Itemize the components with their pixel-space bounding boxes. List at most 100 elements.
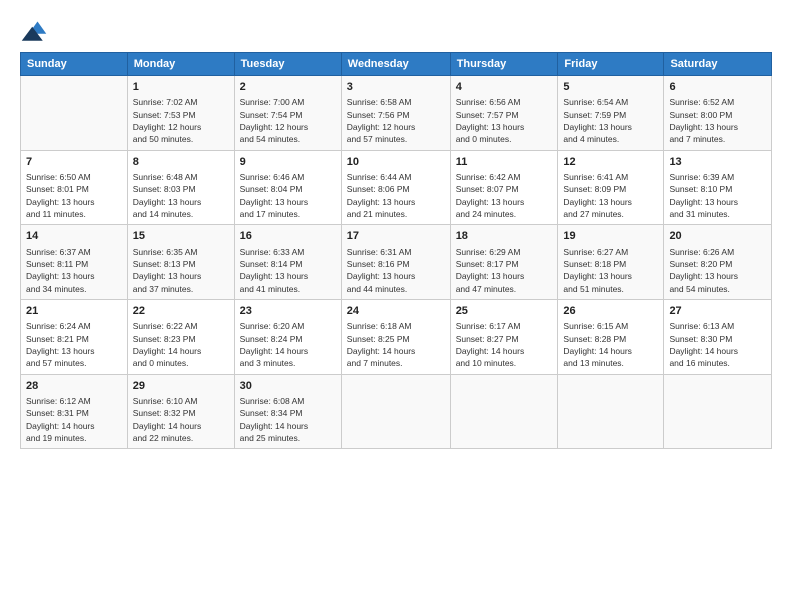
day-detail: Sunrise: 6:29 AMSunset: 8:17 PMDaylight:… [456,246,553,295]
day-detail: Sunrise: 6:22 AMSunset: 8:23 PMDaylight:… [133,320,229,369]
day-detail: Sunrise: 6:08 AMSunset: 8:34 PMDaylight:… [240,395,336,444]
day-number: 7 [26,155,122,170]
day-detail: Sunrise: 6:18 AMSunset: 8:25 PMDaylight:… [347,320,445,369]
day-number: 4 [456,80,553,95]
day-detail: Sunrise: 6:52 AMSunset: 8:00 PMDaylight:… [669,96,766,145]
day-number: 2 [240,80,336,95]
page: SundayMondayTuesdayWednesdayThursdayFrid… [0,0,792,612]
day-detail: Sunrise: 6:27 AMSunset: 8:18 PMDaylight:… [563,246,658,295]
day-detail: Sunrise: 6:35 AMSunset: 8:13 PMDaylight:… [133,246,229,295]
cell-4-7: 27Sunrise: 6:13 AMSunset: 8:30 PMDayligh… [664,299,772,374]
day-number: 11 [456,155,553,170]
day-detail: Sunrise: 7:00 AMSunset: 7:54 PMDaylight:… [240,96,336,145]
day-number: 14 [26,229,122,244]
day-number: 6 [669,80,766,95]
day-number: 12 [563,155,658,170]
cell-2-1: 7Sunrise: 6:50 AMSunset: 8:01 PMDaylight… [21,150,128,225]
cell-4-1: 21Sunrise: 6:24 AMSunset: 8:21 PMDayligh… [21,299,128,374]
day-detail: Sunrise: 6:46 AMSunset: 8:04 PMDaylight:… [240,171,336,220]
day-number: 22 [133,304,229,319]
cell-5-2: 29Sunrise: 6:10 AMSunset: 8:32 PMDayligh… [127,374,234,449]
cell-1-4: 3Sunrise: 6:58 AMSunset: 7:56 PMDaylight… [341,76,450,151]
cell-1-5: 4Sunrise: 6:56 AMSunset: 7:57 PMDaylight… [450,76,558,151]
week-row-2: 7Sunrise: 6:50 AMSunset: 8:01 PMDaylight… [21,150,772,225]
cell-2-2: 8Sunrise: 6:48 AMSunset: 8:03 PMDaylight… [127,150,234,225]
cell-1-3: 2Sunrise: 7:00 AMSunset: 7:54 PMDaylight… [234,76,341,151]
header-day-friday: Friday [558,53,664,76]
cell-3-2: 15 Sunrise: 6:35 AMSunset: 8:13 PMDayligh… [127,225,234,300]
day-detail: Sunrise: 6:33 AMSunset: 8:14 PMDaylight:… [240,246,336,295]
header-day-wednesday: Wednesday [341,53,450,76]
logo-icon [20,18,48,46]
day-detail: Sunrise: 6:26 AMSunset: 8:20 PMDaylight:… [669,246,766,295]
day-number: 13 [669,155,766,170]
cell-2-3: 9Sunrise: 6:46 AMSunset: 8:04 PMDaylight… [234,150,341,225]
cell-4-2: 22Sunrise: 6:22 AMSunset: 8:23 PMDayligh… [127,299,234,374]
day-number: 19 [563,229,658,244]
day-detail: Sunrise: 6:54 AMSunset: 7:59 PMDaylight:… [563,96,658,145]
day-detail: Sunrise: 6:20 AMSunset: 8:24 PMDaylight:… [240,320,336,369]
day-detail: Sunrise: 7:02 AMSunset: 7:53 PMDaylight:… [133,96,229,145]
day-detail: Sunrise: 6:10 AMSunset: 8:32 PMDaylight:… [133,395,229,444]
cell-2-5: 11Sunrise: 6:42 AMSunset: 8:07 PMDayligh… [450,150,558,225]
day-detail: Sunrise: 6:31 AMSunset: 8:16 PMDaylight:… [347,246,445,295]
day-number: 3 [347,80,445,95]
day-number: 23 [240,304,336,319]
cell-5-7 [664,374,772,449]
header-day-saturday: Saturday [664,53,772,76]
cell-3-7: 20 Sunrise: 6:26 AMSunset: 8:20 PMDayligh… [664,225,772,300]
week-row-3: 14Sunrise: 6:37 AMSunset: 8:11 PMDayligh… [21,225,772,300]
day-number: 5 [563,80,658,95]
cell-4-3: 23Sunrise: 6:20 AMSunset: 8:24 PMDayligh… [234,299,341,374]
logo [20,18,52,46]
cell-4-6: 26Sunrise: 6:15 AMSunset: 8:28 PMDayligh… [558,299,664,374]
cell-5-1: 28Sunrise: 6:12 AMSunset: 8:31 PMDayligh… [21,374,128,449]
cell-3-6: 19 Sunrise: 6:27 AMSunset: 8:18 PMDayligh… [558,225,664,300]
day-number: 28 [26,379,122,394]
day-number: 25 [456,304,553,319]
header [20,18,772,46]
cell-2-4: 10Sunrise: 6:44 AMSunset: 8:06 PMDayligh… [341,150,450,225]
day-number: 8 [133,155,229,170]
day-detail: Sunrise: 6:50 AMSunset: 8:01 PMDaylight:… [26,171,122,220]
week-row-1: 1Sunrise: 7:02 AMSunset: 7:53 PMDaylight… [21,76,772,151]
header-row: SundayMondayTuesdayWednesdayThursdayFrid… [21,53,772,76]
cell-3-3: 16Sunrise: 6:33 AMSunset: 8:14 PMDayligh… [234,225,341,300]
day-detail: Sunrise: 6:48 AMSunset: 8:03 PMDaylight:… [133,171,229,220]
cell-5-4 [341,374,450,449]
day-number: 9 [240,155,336,170]
cell-4-5: 25Sunrise: 6:17 AMSunset: 8:27 PMDayligh… [450,299,558,374]
day-number: 18 [456,229,553,244]
day-detail: Sunrise: 6:41 AMSunset: 8:09 PMDaylight:… [563,171,658,220]
cell-4-4: 24Sunrise: 6:18 AMSunset: 8:25 PMDayligh… [341,299,450,374]
day-detail: Sunrise: 6:24 AMSunset: 8:21 PMDaylight:… [26,320,122,369]
cell-1-7: 6Sunrise: 6:52 AMSunset: 8:00 PMDaylight… [664,76,772,151]
day-number: 27 [669,304,766,319]
day-detail: Sunrise: 6:39 AMSunset: 8:10 PMDaylight:… [669,171,766,220]
cell-3-5: 18 Sunrise: 6:29 AMSunset: 8:17 PMDayligh… [450,225,558,300]
day-number: 20 [669,229,766,244]
header-day-tuesday: Tuesday [234,53,341,76]
day-number: 10 [347,155,445,170]
day-detail: Sunrise: 6:15 AMSunset: 8:28 PMDaylight:… [563,320,658,369]
day-detail: Sunrise: 6:13 AMSunset: 8:30 PMDaylight:… [669,320,766,369]
day-number: 1 [133,80,229,95]
cell-1-1 [21,76,128,151]
cell-1-2: 1Sunrise: 7:02 AMSunset: 7:53 PMDaylight… [127,76,234,151]
day-detail: Sunrise: 6:56 AMSunset: 7:57 PMDaylight:… [456,96,553,145]
cell-5-3: 30Sunrise: 6:08 AMSunset: 8:34 PMDayligh… [234,374,341,449]
calendar-table: SundayMondayTuesdayWednesdayThursdayFrid… [20,52,772,449]
cell-2-7: 13Sunrise: 6:39 AMSunset: 8:10 PMDayligh… [664,150,772,225]
header-day-monday: Monday [127,53,234,76]
day-number: 17 [347,229,445,244]
day-number: 15 [133,229,229,244]
day-number: 29 [133,379,229,394]
day-detail: Sunrise: 6:17 AMSunset: 8:27 PMDaylight:… [456,320,553,369]
cell-5-5 [450,374,558,449]
week-row-5: 28Sunrise: 6:12 AMSunset: 8:31 PMDayligh… [21,374,772,449]
cell-3-4: 17 Sunrise: 6:31 AMSunset: 8:16 PMDayligh… [341,225,450,300]
day-number: 24 [347,304,445,319]
cell-3-1: 14Sunrise: 6:37 AMSunset: 8:11 PMDayligh… [21,225,128,300]
day-number: 21 [26,304,122,319]
day-number: 30 [240,379,336,394]
